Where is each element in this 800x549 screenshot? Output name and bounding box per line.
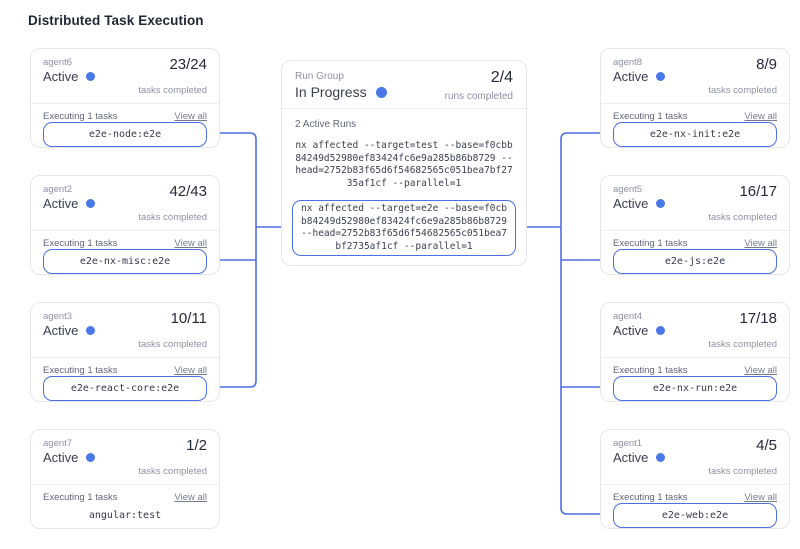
agent-name: agent3 xyxy=(43,311,72,322)
card-divider xyxy=(601,230,789,231)
tasks-progress: 17/18 xyxy=(739,310,777,327)
agent-card-agent3: agent3 Active 10/11 tasks completed Exec… xyxy=(30,302,220,402)
agent-status: Active xyxy=(613,323,648,338)
view-all-link[interactable]: View all xyxy=(744,492,777,503)
run-command: nx affected --target=test --base=f0cbb84… xyxy=(294,140,514,190)
status-dot-icon xyxy=(86,453,95,462)
view-all-link[interactable]: View all xyxy=(744,111,777,122)
executing-tasks-label: Executing 1 tasks xyxy=(43,111,117,122)
run-command-active[interactable]: nx affected --target=e2e --base=f0cbb842… xyxy=(292,200,516,256)
tasks-progress: 23/24 xyxy=(169,56,207,73)
agent-status: Active xyxy=(613,450,648,465)
active-runs-label: 2 Active Runs xyxy=(295,119,356,130)
tasks-completed-label: tasks completed xyxy=(708,339,777,350)
tasks-progress: 16/17 xyxy=(739,183,777,200)
executing-tasks-label: Executing 1 tasks xyxy=(43,238,117,249)
tasks-completed-label: tasks completed xyxy=(138,85,207,96)
executing-tasks-label: Executing 1 tasks xyxy=(43,365,117,376)
agent-card-agent1: agent1 Active 4/5 tasks completed Execut… xyxy=(600,429,790,529)
view-all-link[interactable]: View all xyxy=(174,365,207,376)
agent-name: agent1 xyxy=(613,438,642,449)
card-divider xyxy=(31,230,219,231)
runs-progress: 2/4 xyxy=(491,69,513,87)
tasks-progress: 4/5 xyxy=(756,437,777,454)
tasks-progress: 10/11 xyxy=(171,310,207,327)
runs-completed-label: runs completed xyxy=(445,91,513,102)
tasks-progress: 1/2 xyxy=(186,437,207,454)
status-dot-icon xyxy=(376,87,387,98)
task-chip[interactable]: e2e-react-core:e2e xyxy=(43,376,207,401)
agent-name: agent7 xyxy=(43,438,72,449)
agent-card-agent7: agent7 Active 1/2 tasks completed Execut… xyxy=(30,429,220,529)
agent-name: agent8 xyxy=(613,57,642,68)
agent-card-agent8: agent8 Active 8/9 tasks completed Execut… xyxy=(600,48,790,148)
agent-status: Active xyxy=(613,196,648,211)
tasks-progress: 42/43 xyxy=(169,183,207,200)
status-dot-icon xyxy=(86,199,95,208)
view-all-link[interactable]: View all xyxy=(174,492,207,503)
task-chip[interactable]: e2e-nx-run:e2e xyxy=(613,376,777,401)
status-dot-icon xyxy=(656,453,665,462)
card-divider xyxy=(31,103,219,104)
task-chip[interactable]: e2e-js:e2e xyxy=(613,249,777,274)
view-all-link[interactable]: View all xyxy=(174,238,207,249)
agent-name: agent2 xyxy=(43,184,72,195)
task-chip[interactable]: e2e-web:e2e xyxy=(613,503,777,528)
tasks-completed-label: tasks completed xyxy=(708,85,777,96)
executing-tasks-label: Executing 1 tasks xyxy=(613,111,687,122)
agent-status: Active xyxy=(613,69,648,84)
agent-status: Active xyxy=(43,323,78,338)
tasks-completed-label: tasks completed xyxy=(708,212,777,223)
task-chip[interactable]: e2e-nx-init:e2e xyxy=(613,122,777,147)
run-group-label: Run Group xyxy=(295,71,344,82)
executing-tasks-label: Executing 1 tasks xyxy=(613,238,687,249)
status-dot-icon xyxy=(656,326,665,335)
agent-status: Active xyxy=(43,450,78,465)
card-divider xyxy=(601,357,789,358)
run-command-text: nx affected --target=e2e --base=f0cbb842… xyxy=(299,203,509,253)
tasks-completed-label: tasks completed xyxy=(138,339,207,350)
executing-tasks-label: Executing 1 tasks xyxy=(43,492,117,503)
card-divider xyxy=(31,357,219,358)
card-divider xyxy=(282,108,526,109)
task-chip[interactable]: e2e-nx-misc:e2e xyxy=(43,249,207,274)
status-dot-icon xyxy=(656,199,665,208)
agent-card-agent5: agent5 Active 16/17 tasks completed Exec… xyxy=(600,175,790,275)
task-chip[interactable]: angular:test xyxy=(43,503,207,528)
agent-status: Active xyxy=(43,196,78,211)
executing-tasks-label: Executing 1 tasks xyxy=(613,365,687,376)
tasks-completed-label: tasks completed xyxy=(138,466,207,477)
agent-card-agent6: agent6 Active 23/24 tasks completed Exec… xyxy=(30,48,220,148)
view-all-link[interactable]: View all xyxy=(744,238,777,249)
view-all-link[interactable]: View all xyxy=(174,111,207,122)
agent-name: agent4 xyxy=(613,311,642,322)
card-divider xyxy=(31,484,219,485)
status-dot-icon xyxy=(86,72,95,81)
card-divider xyxy=(601,103,789,104)
tasks-progress: 8/9 xyxy=(756,56,777,73)
page-title: Distributed Task Execution xyxy=(28,13,204,28)
status-dot-icon xyxy=(656,72,665,81)
agent-card-agent2: agent2 Active 42/43 tasks completed Exec… xyxy=(30,175,220,275)
run-group-card: Run Group In Progress 2/4 runs completed… xyxy=(281,60,527,266)
tasks-completed-label: tasks completed xyxy=(708,466,777,477)
card-divider xyxy=(601,484,789,485)
tasks-completed-label: tasks completed xyxy=(138,212,207,223)
run-group-status: In Progress xyxy=(295,84,367,100)
agent-name: agent5 xyxy=(613,184,642,195)
view-all-link[interactable]: View all xyxy=(744,365,777,376)
task-chip[interactable]: e2e-node:e2e xyxy=(43,122,207,147)
agent-name: agent6 xyxy=(43,57,72,68)
agent-status: Active xyxy=(43,69,78,84)
agent-card-agent4: agent4 Active 17/18 tasks completed Exec… xyxy=(600,302,790,402)
executing-tasks-label: Executing 1 tasks xyxy=(613,492,687,503)
status-dot-icon xyxy=(86,326,95,335)
